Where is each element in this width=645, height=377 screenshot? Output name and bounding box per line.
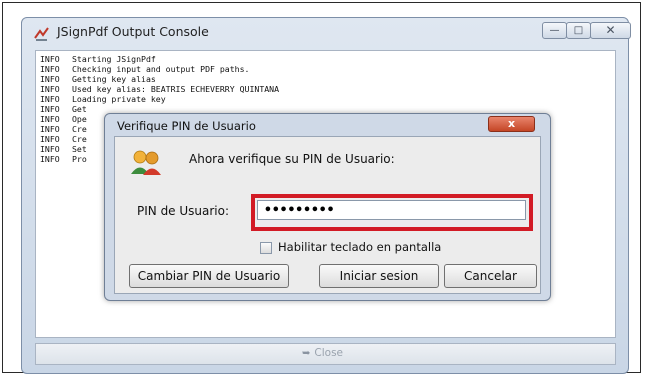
log-line: INFO Starting JSignPdf [40, 54, 156, 64]
onscreen-keyboard-checkbox[interactable] [260, 242, 272, 254]
log-level: INFO [40, 74, 60, 84]
pin-input[interactable] [257, 200, 526, 220]
log-line: INFO Getting key alias [40, 74, 156, 84]
log-level: INFO [40, 134, 60, 144]
log-message: Loading private key [72, 94, 166, 104]
log-line: INFO Set [40, 144, 87, 154]
console-titlebar: JSignPdf Output Console — □ ✕ [22, 18, 631, 48]
window-close-button[interactable]: ✕ [590, 22, 631, 39]
console-footer: ➥ Close [35, 343, 616, 365]
log-level: INFO [40, 154, 60, 164]
log-level: INFO [40, 124, 60, 134]
log-message: Checking input and output PDF paths. [72, 64, 250, 74]
log-line: INFO Cre [40, 134, 87, 144]
log-message: Ope [72, 114, 87, 124]
pin-prompt: Ahora verifique su PIN de Usuario: [189, 152, 395, 166]
log-level: INFO [40, 114, 60, 124]
log-message: Starting JSignPdf [72, 54, 156, 64]
log-line: INFO Checking input and output PDF paths. [40, 64, 249, 74]
pin-dialog: Verifique PIN de Usuario x Ahora verifiq… [104, 113, 551, 301]
users-icon [131, 150, 161, 175]
log-line: INFO Get [40, 104, 87, 114]
log-message: Cre [72, 124, 87, 134]
log-level: INFO [40, 94, 60, 104]
log-line: INFO Cre [40, 124, 87, 134]
onscreen-keyboard-label: Habilitar teclado en pantalla [278, 240, 442, 254]
log-message: Getting key alias [72, 74, 156, 84]
log-line: INFO Loading private key [40, 94, 166, 104]
dialog-title: Verifique PIN de Usuario [117, 119, 256, 133]
log-level: INFO [40, 84, 60, 94]
dialog-content: Ahora verifique su PIN de Usuario: PIN d… [114, 136, 541, 294]
login-button[interactable]: Iniciar sesion [319, 264, 439, 288]
close-button[interactable]: ➥ Close [302, 347, 343, 359]
log-level: INFO [40, 144, 60, 154]
log-line: INFO Pro [40, 154, 87, 164]
log-message: Set [72, 144, 87, 154]
log-level: INFO [40, 54, 60, 64]
pin-label: PIN de Usuario: [137, 204, 230, 218]
minimize-button[interactable]: — [542, 22, 567, 39]
console-title: JSignPdf Output Console [57, 24, 209, 39]
log-level: INFO [40, 104, 60, 114]
log-message: Get [72, 104, 87, 114]
dialog-close-button[interactable]: x [488, 116, 535, 132]
log-message: Cre [72, 134, 87, 144]
log-message: Pro [72, 154, 87, 164]
log-line: INFO Used key alias: BEATRIS ECHEVERRY QU… [40, 84, 279, 94]
log-message: Used key alias: BEATRIS ECHEVERRY QUINTA… [72, 84, 280, 94]
maximize-button[interactable]: □ [566, 22, 591, 39]
log-level: INFO [40, 64, 60, 74]
cancel-button[interactable]: Cancelar [444, 264, 537, 288]
close-arrow-icon: ➥ [302, 348, 311, 359]
close-button-label: Close [314, 347, 343, 359]
jsignpdf-app-icon [34, 27, 49, 41]
log-line: INFO Ope [40, 114, 87, 124]
change-pin-button[interactable]: Cambiar PIN de Usuario [129, 264, 289, 288]
